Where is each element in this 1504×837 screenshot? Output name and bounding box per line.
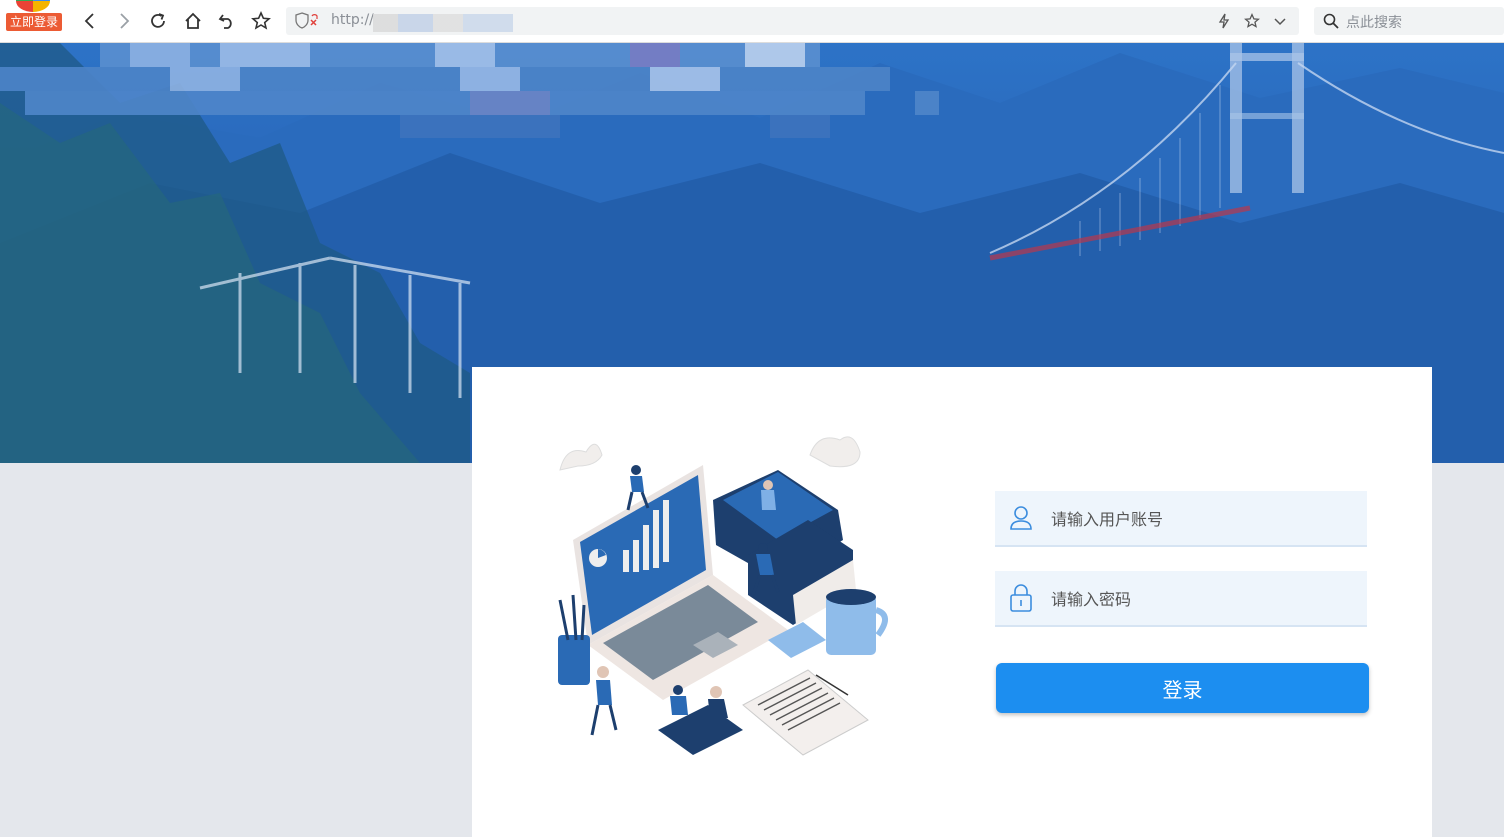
browser-login-badge[interactable]: 立即登录 [6, 0, 62, 34]
address-bar[interactable]: http:// [286, 7, 1299, 35]
home-icon [185, 12, 201, 29]
browser-toolbar: 立即登录 http:// 点此搜索 [0, 0, 1504, 43]
browser-logo-icon [16, 0, 50, 12]
username-field[interactable] [995, 491, 1367, 547]
search-box[interactable]: 点此搜索 [1314, 7, 1504, 35]
search-placeholder: 点此搜索 [1346, 15, 1402, 31]
back-button[interactable] [78, 9, 102, 33]
reload-button[interactable] [146, 9, 170, 33]
search-icon [1323, 13, 1339, 29]
password-field[interactable] [995, 571, 1367, 627]
forward-button[interactable] [112, 9, 136, 33]
back-icon [84, 13, 94, 29]
home-button[interactable] [181, 9, 205, 33]
favorite-star-icon[interactable] [1243, 12, 1261, 30]
redacted-site-title [0, 43, 939, 138]
lightning-icon[interactable] [1215, 12, 1233, 30]
login-button[interactable]: 登录 [996, 663, 1369, 713]
security-shield-icon [295, 12, 318, 29]
bookmark-button[interactable] [249, 9, 273, 33]
lock-icon [1010, 584, 1032, 612]
username-input[interactable] [1049, 491, 1353, 547]
undo-icon [218, 14, 232, 29]
redacted-url [373, 14, 513, 32]
reload-icon [151, 13, 165, 28]
login-badge-label: 立即登录 [6, 13, 62, 31]
bookmark-star-icon [251, 11, 271, 30]
url-text: http:// [331, 12, 374, 28]
undo-button[interactable] [215, 9, 239, 33]
workspace-illustration [558, 436, 888, 756]
password-input[interactable] [1049, 571, 1353, 627]
dropdown-chevron-icon[interactable] [1271, 12, 1289, 30]
forward-icon [120, 13, 130, 29]
user-icon [1010, 506, 1032, 530]
